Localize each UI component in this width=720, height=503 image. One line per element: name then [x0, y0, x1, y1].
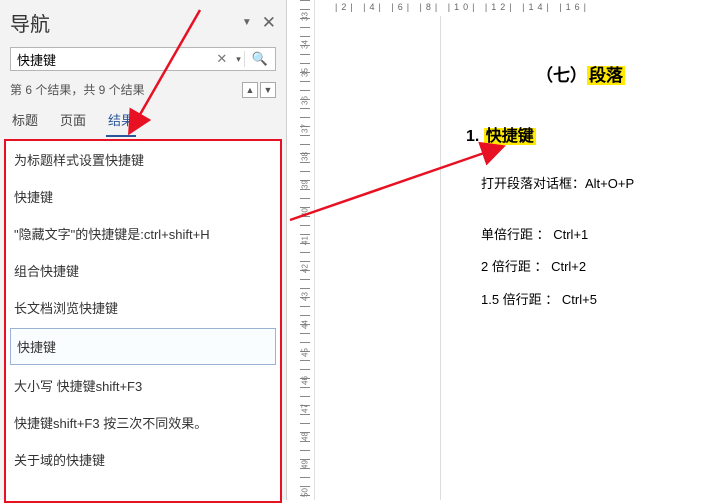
tab-headings[interactable]: 标题	[10, 106, 40, 137]
ruler-mark: 40	[301, 204, 310, 222]
ruler-mark: 50	[301, 484, 310, 502]
search-dropdown-icon[interactable]: ▾	[233, 54, 244, 65]
ruler-mark: 48	[301, 428, 310, 446]
ruler-ticks: |2| |4| |6| |8| |10| |12| |14| |16|	[335, 2, 720, 14]
nav-tabs: 标题 页面 结果	[0, 106, 286, 137]
result-item[interactable]: 为标题样式设置快捷键	[6, 141, 280, 178]
result-item[interactable]: 关于域的快捷键	[6, 441, 280, 478]
ruler-mark: 33	[301, 8, 310, 26]
ruler-mark: 46	[301, 372, 310, 390]
ruler-mark: 49	[301, 456, 310, 474]
result-item[interactable]: 长文档浏览快捷键	[6, 289, 280, 326]
ruler-mark: 37	[301, 120, 310, 138]
ruler-mark: 39	[301, 176, 310, 194]
search-box: ✕ ▾ 🔍	[10, 47, 276, 71]
heading-prefix: （七）	[536, 66, 587, 85]
body-text: 打开段落对话框：Alt+O+P 单倍行距 ： Ctrl+1 2 倍行距 ： Ct…	[481, 168, 720, 316]
search-icon[interactable]: 🔍	[244, 51, 275, 67]
ruler-mark: 38	[301, 148, 310, 166]
result-item-selected[interactable]: 快捷键	[10, 328, 276, 365]
navigation-panel: 导航 ▼ ✕ ✕ ▾ 🔍 第 6 个结果，共 9 个结果 ▲ ▼ 标题 页面 结…	[0, 0, 287, 500]
ruler-mark: 45	[301, 344, 310, 362]
paragraph: 1.5 倍行距 ： Ctrl+5	[481, 284, 720, 317]
ruler-mark: 34	[301, 36, 310, 54]
result-item[interactable]: 组合快捷键	[6, 252, 280, 289]
panel-title: 导航	[10, 8, 242, 37]
paragraph: 打开段落对话框：Alt+O+P	[481, 168, 720, 201]
vertical-ruler: 33 34 35 36 37 38 39 40 41 42 43 44 45 4…	[295, 0, 315, 500]
result-item[interactable]: "隐藏文字"的快捷键是:ctrl+shift+H	[6, 215, 280, 252]
heading-number: 1.	[466, 128, 484, 145]
clear-icon[interactable]: ✕	[210, 51, 233, 67]
result-item[interactable]: 快捷键shift+F3 按三次不同效果。	[6, 404, 280, 441]
result-item[interactable]: 快捷键	[6, 178, 280, 215]
ruler-mark: 43	[301, 288, 310, 306]
ruler-mark: 36	[301, 92, 310, 110]
ruler-mark: 47	[301, 400, 310, 418]
next-result-button[interactable]: ▼	[260, 82, 276, 98]
heading-highlight: 快捷键	[484, 128, 536, 145]
paragraph: 2 倍行距 ： Ctrl+2	[481, 251, 720, 284]
ruler-mark: 42	[301, 260, 310, 278]
horizontal-ruler: |2| |4| |6| |8| |10| |12| |14| |16|	[325, 0, 720, 16]
result-item[interactable]: 大小写 快捷键shift+F3	[6, 367, 280, 404]
tab-results[interactable]: 结果	[106, 106, 136, 137]
ruler-mark: 44	[301, 316, 310, 334]
paragraph: 单倍行距 ： Ctrl+1	[481, 219, 720, 252]
close-icon[interactable]: ✕	[262, 13, 276, 33]
tab-pages[interactable]: 页面	[58, 106, 88, 137]
prev-result-button[interactable]: ▲	[242, 82, 258, 98]
ruler-mark: 35	[301, 64, 310, 82]
sub-heading: 1. 快捷键	[466, 122, 720, 146]
panel-menu-icon[interactable]: ▼	[242, 17, 252, 28]
document-page: （七）段落 1. 快捷键 打开段落对话框：Alt+O+P 单倍行距 ： Ctrl…	[440, 16, 720, 500]
results-list: 为标题样式设置快捷键 快捷键 "隐藏文字"的快捷键是:ctrl+shift+H …	[4, 139, 282, 503]
result-count: 第 6 个结果，共 9 个结果	[10, 81, 240, 98]
ruler-mark: 41	[301, 232, 310, 250]
section-heading: （七）段落	[441, 61, 720, 86]
heading-highlight: 段落	[587, 66, 625, 85]
search-input[interactable]	[11, 52, 210, 67]
